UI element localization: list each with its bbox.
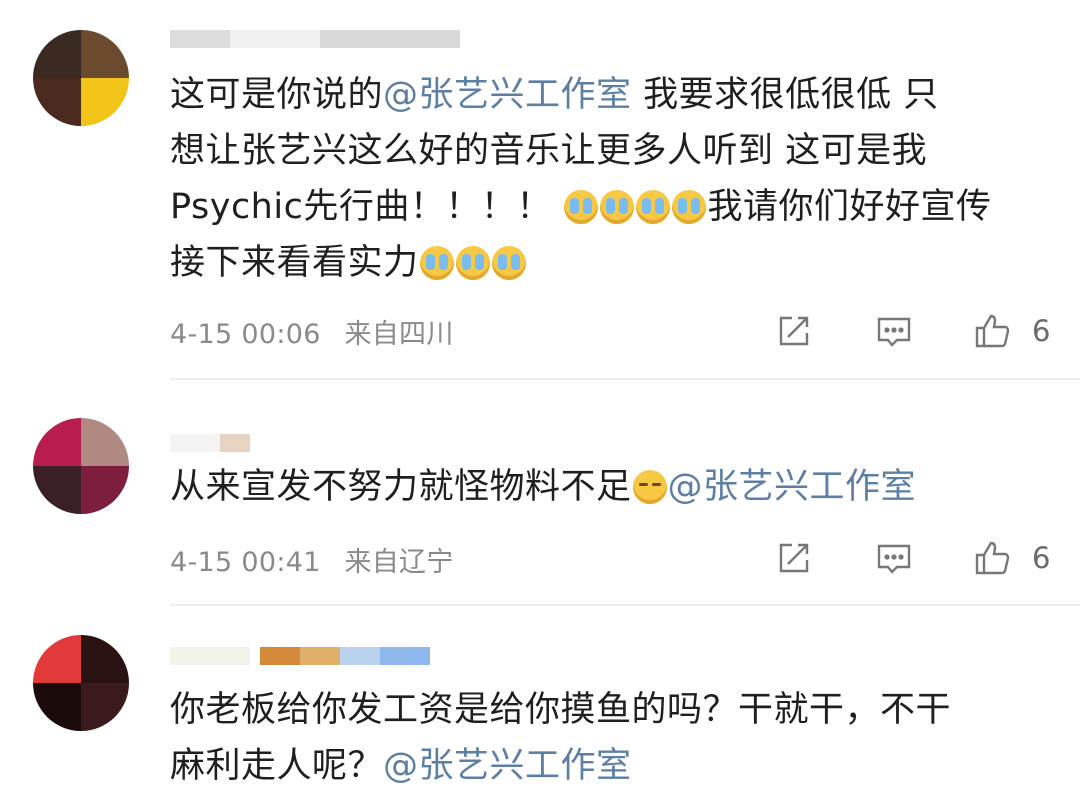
comment-text-run: 我请你们好好宣传 bbox=[707, 187, 992, 227]
comment-text-run: 你老板给你发工资是给你摸鱼的吗？干就干，不干 bbox=[170, 690, 952, 730]
comment-line: 这可是你说的@张艺兴工作室 我要求很低很低 只 bbox=[170, 67, 1050, 123]
comment-3: 你老板给你发工资是给你摸鱼的吗？干就干，不干 麻利走人呢？@张艺兴工作室 bbox=[0, 605, 1080, 801]
comment-text-run: 从来宣发不努力就怪物料不足 bbox=[170, 467, 632, 507]
comment-line: 接下来看看实力 bbox=[170, 235, 1050, 291]
username-obscured[interactable] bbox=[170, 647, 430, 665]
avatar[interactable] bbox=[33, 418, 129, 514]
comment-text-run: 接下来看看实力 bbox=[170, 243, 419, 283]
crying-face-icon bbox=[672, 190, 707, 224]
comment-text: 你老板给你发工资是给你摸鱼的吗？干就干，不干 麻利走人呢？@张艺兴工作室 bbox=[170, 682, 1050, 794]
comment-2: 从来宣发不努力就怪物料不足 @张艺兴工作室 4-15 00:41 来自辽宁 6 bbox=[0, 380, 1080, 606]
crying-face-icon bbox=[564, 190, 599, 224]
comment-meta: 4-15 00:41 来自辽宁 bbox=[170, 540, 454, 579]
comment-text-run: 我要求很低很低 只 bbox=[631, 75, 939, 115]
thumbs-up-icon[interactable] bbox=[972, 538, 1016, 578]
username-obscured[interactable] bbox=[170, 30, 460, 48]
comment-icon[interactable] bbox=[874, 538, 918, 578]
mention-link[interactable]: @张艺兴工作室 bbox=[383, 746, 632, 786]
comment-line: 从来宣发不努力就怪物料不足 @张艺兴工作室 bbox=[170, 459, 1050, 515]
crying-face-icon bbox=[636, 190, 671, 224]
comment-line: 你老板给你发工资是给你摸鱼的吗？干就干，不干 bbox=[170, 682, 1050, 738]
comment-line: Psychic先行曲！！！！ 我请你们好好宣传 bbox=[170, 179, 1050, 235]
comment-text-run: 麻利走人呢？ bbox=[170, 746, 384, 786]
comment-time: 4-15 00:41 bbox=[170, 547, 321, 578]
crying-face-icon bbox=[600, 190, 635, 224]
comment-1: 这可是你说的@张艺兴工作室 我要求很低很低 只想让张艺兴这么好的音乐让更多人听到… bbox=[0, 0, 1080, 380]
crying-face-icon bbox=[419, 246, 454, 280]
comment-text-run: 这可是你说的 bbox=[170, 75, 384, 115]
comment-icon[interactable] bbox=[874, 311, 918, 351]
like-count: 6 bbox=[1032, 541, 1051, 575]
avatar[interactable] bbox=[33, 30, 129, 126]
share-icon[interactable] bbox=[774, 311, 818, 351]
share-icon[interactable] bbox=[774, 538, 818, 578]
username-obscured[interactable] bbox=[170, 434, 250, 452]
avatar[interactable] bbox=[33, 635, 129, 731]
comment-actions: 6 bbox=[770, 311, 1070, 351]
mention-link[interactable]: @张艺兴工作室 bbox=[668, 467, 917, 507]
mention-link[interactable]: @张艺兴工作室 bbox=[383, 75, 632, 115]
comment-actions: 6 bbox=[770, 538, 1070, 578]
comment-meta: 4-15 00:06 来自四川 bbox=[170, 312, 454, 351]
comment-line: 麻利走人呢？@张艺兴工作室 bbox=[170, 738, 1050, 794]
comment-location: 来自辽宁 bbox=[344, 547, 454, 578]
crying-face-icon bbox=[491, 246, 526, 280]
comment-text-run: 想让张艺兴这么好的音乐让更多人听到 这可是我 bbox=[170, 131, 928, 171]
comment-text: 从来宣发不努力就怪物料不足 @张艺兴工作室 bbox=[170, 459, 1050, 515]
comment-text: 这可是你说的@张艺兴工作室 我要求很低很低 只想让张艺兴这么好的音乐让更多人听到… bbox=[170, 67, 1050, 291]
comment-text-run: Psychic先行曲！！！！ bbox=[170, 187, 564, 227]
comment-line: 想让张艺兴这么好的音乐让更多人听到 这可是我 bbox=[170, 123, 1050, 179]
comment-location: 来自四川 bbox=[344, 319, 454, 350]
comment-time: 4-15 00:06 bbox=[170, 319, 321, 350]
thumbs-up-icon[interactable] bbox=[972, 311, 1016, 351]
crying-face-icon bbox=[455, 246, 490, 280]
sweat-face-icon bbox=[632, 470, 667, 504]
like-count: 6 bbox=[1032, 314, 1051, 348]
